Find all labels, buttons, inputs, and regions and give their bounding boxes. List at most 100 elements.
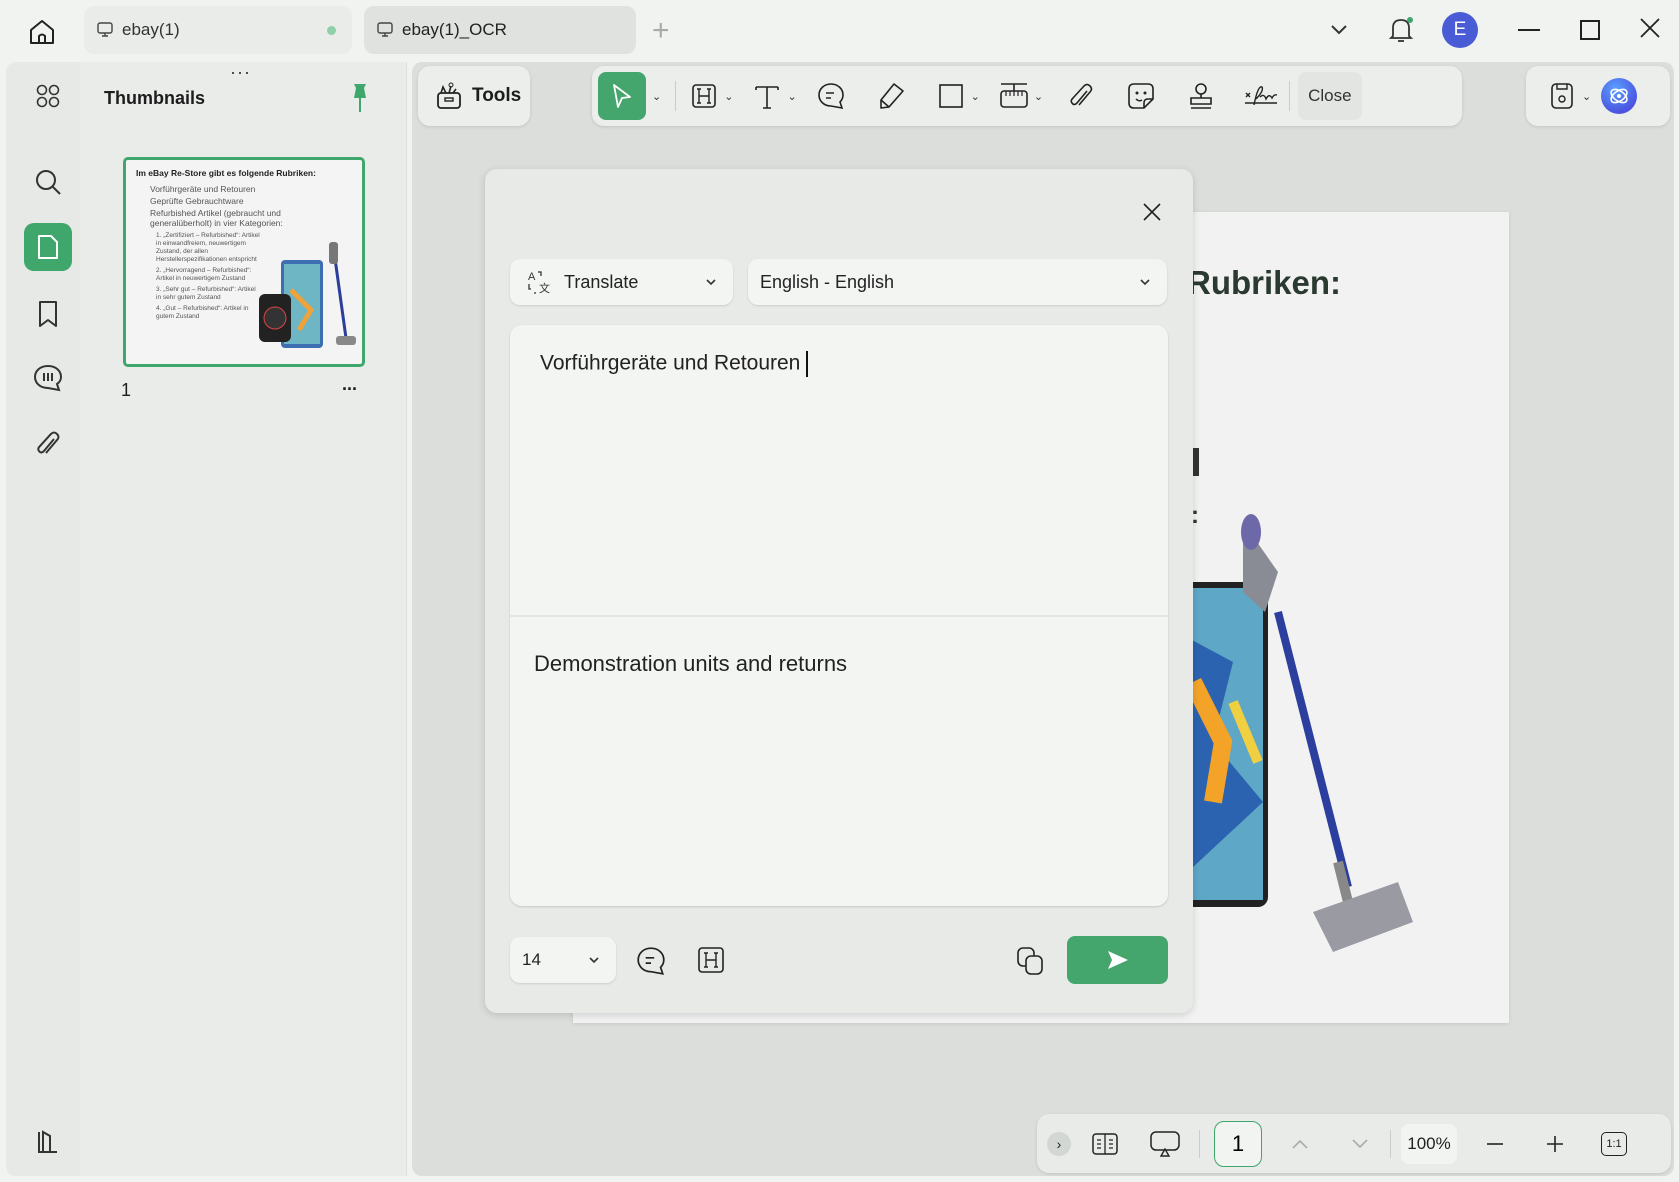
save-icon xyxy=(1551,83,1573,109)
attachment-tool[interactable] xyxy=(1061,76,1101,116)
thumb-item: 1. „Zertifiziert – Refurbished“: Artikel… xyxy=(156,232,260,263)
save-button[interactable] xyxy=(1542,76,1582,116)
language-dropdown[interactable]: English - English xyxy=(748,259,1167,305)
chevron-down-icon xyxy=(1352,1138,1368,1148)
presentation-icon xyxy=(1150,1130,1180,1157)
thumbnail-more-button[interactable]: ... xyxy=(342,374,357,395)
tab-list-dropdown[interactable] xyxy=(1328,18,1350,40)
translate-icon: A文 xyxy=(528,271,550,295)
home-button[interactable] xyxy=(22,12,62,52)
page-navigation-bar: › 100% 1:1 xyxy=(1037,1114,1671,1173)
tools-button[interactable]: Tools xyxy=(418,66,530,126)
previous-page-button[interactable] xyxy=(1280,1124,1320,1164)
sticker-icon xyxy=(1128,83,1154,109)
rail-attachments[interactable] xyxy=(24,420,72,468)
chevron-down-icon xyxy=(1140,279,1150,286)
sticker-tool[interactable] xyxy=(1121,76,1161,116)
text-cursor xyxy=(806,351,809,377)
next-page-button[interactable] xyxy=(1340,1124,1380,1164)
book-icon xyxy=(1092,1132,1118,1155)
send-button[interactable] xyxy=(1067,936,1168,984)
pin-icon xyxy=(354,84,366,112)
pin-button[interactable] xyxy=(348,82,372,114)
text-dropdown[interactable]: ⌄ xyxy=(787,90,796,103)
add-comment-button[interactable] xyxy=(635,945,667,977)
thumb-bullet: Refurbished Artikel (gebraucht und gener… xyxy=(150,208,283,228)
ai-icon xyxy=(1610,88,1628,104)
highlight-button[interactable] xyxy=(696,945,726,975)
search-icon xyxy=(36,170,61,195)
language-label: English - English xyxy=(760,271,895,292)
rail-organize[interactable] xyxy=(24,72,72,120)
home-icon xyxy=(30,20,54,44)
tab-ebay1[interactable]: ebay(1) xyxy=(84,6,352,54)
text-tool[interactable] xyxy=(747,76,787,116)
rail-search[interactable] xyxy=(24,158,72,206)
presentation-button[interactable] xyxy=(1145,1124,1185,1164)
mode-dropdown[interactable]: A文 Translate xyxy=(510,259,733,305)
grid-icon xyxy=(36,84,60,108)
right-toolbar: ⌄ xyxy=(1526,66,1670,126)
translation-result: Demonstration units and returns xyxy=(534,651,848,676)
page-thumbnail[interactable]: Im eBay Re-Store gibt es folgende Rubrik… xyxy=(123,157,365,367)
divider xyxy=(1289,81,1291,111)
comment-tool[interactable] xyxy=(811,76,851,116)
notifications-button[interactable] xyxy=(1386,14,1416,44)
text-icon xyxy=(755,86,780,109)
resize-handle[interactable]: ··· xyxy=(230,62,251,83)
new-tab-button[interactable]: + xyxy=(652,14,670,48)
tab-label: ebay(1)_OCR xyxy=(402,20,507,39)
chevron-down-icon xyxy=(589,957,599,964)
shape-tool[interactable] xyxy=(931,76,971,116)
font-size-value: 14 xyxy=(522,950,541,969)
ai-assistant-button[interactable] xyxy=(1601,78,1638,114)
zoom-out-button[interactable] xyxy=(1475,1124,1515,1164)
close-window-button[interactable] xyxy=(1638,16,1662,40)
minimize-button[interactable] xyxy=(1518,29,1540,31)
zoom-in-button[interactable] xyxy=(1535,1124,1575,1164)
pencil-tool[interactable] xyxy=(871,76,911,116)
select-tool[interactable] xyxy=(598,72,646,120)
measure-tool[interactable] xyxy=(994,76,1034,116)
maximize-button[interactable] xyxy=(1580,20,1600,40)
stamp-tool[interactable] xyxy=(1181,76,1221,116)
copy-button[interactable] xyxy=(1015,945,1045,977)
close-dialog-button[interactable] xyxy=(1140,200,1164,224)
unsaved-dot xyxy=(327,25,336,35)
page-number-input[interactable] xyxy=(1214,1120,1262,1167)
source-text-input[interactable]: Vorführgeräte und Retouren xyxy=(510,325,1168,615)
measure-dropdown[interactable]: ⌄ xyxy=(1034,90,1043,103)
rail-comments[interactable] xyxy=(24,354,72,402)
close-toolbar-button[interactable]: Close xyxy=(1298,72,1362,120)
chevron-down-icon xyxy=(1331,25,1347,35)
highlight-dropdown[interactable]: ⌄ xyxy=(724,90,733,103)
save-dropdown[interactable]: ⌄ xyxy=(1582,90,1591,103)
rail-bookmarks[interactable] xyxy=(24,290,72,338)
highlight-tool[interactable] xyxy=(684,76,724,116)
chevron-up-icon xyxy=(1292,1139,1308,1149)
comment-icon xyxy=(637,947,665,975)
bookmark-icon xyxy=(39,301,57,327)
shape-dropdown[interactable]: ⌄ xyxy=(971,90,980,103)
cursor-icon xyxy=(613,84,631,108)
thumb-bullet: Vorführgeräte und Retouren xyxy=(150,184,256,194)
thumb-item: 4. „Gut – Refurbished“: Artikel in gutem… xyxy=(156,305,249,320)
expand-bar-button[interactable]: › xyxy=(1047,1131,1071,1156)
page-layout-button[interactable] xyxy=(1085,1124,1125,1164)
signature-tool[interactable] xyxy=(1241,76,1281,116)
font-size-dropdown[interactable]: 14 xyxy=(510,937,616,983)
thumb-bullet: Geprüfte Gebrauchtware xyxy=(150,196,244,206)
close-icon xyxy=(1143,203,1161,221)
tab-ebay1-ocr[interactable]: ebay(1)_OCR xyxy=(364,6,636,54)
zoom-level[interactable]: 100% xyxy=(1401,1123,1457,1164)
avatar[interactable]: E xyxy=(1442,12,1478,48)
translate-dialog: A文 Translate English - English Vorführge… xyxy=(485,169,1193,1013)
actual-size-button[interactable]: 1:1 xyxy=(1601,1131,1627,1156)
thumb-product-image xyxy=(259,242,356,348)
page-icon xyxy=(38,235,58,259)
rail-thumbnails[interactable] xyxy=(24,223,72,271)
select-dropdown[interactable]: ⌄ xyxy=(652,90,661,103)
product-image xyxy=(1173,514,1413,952)
rail-panel-toggle[interactable] xyxy=(24,1118,72,1166)
svg-text:A: A xyxy=(528,271,536,283)
